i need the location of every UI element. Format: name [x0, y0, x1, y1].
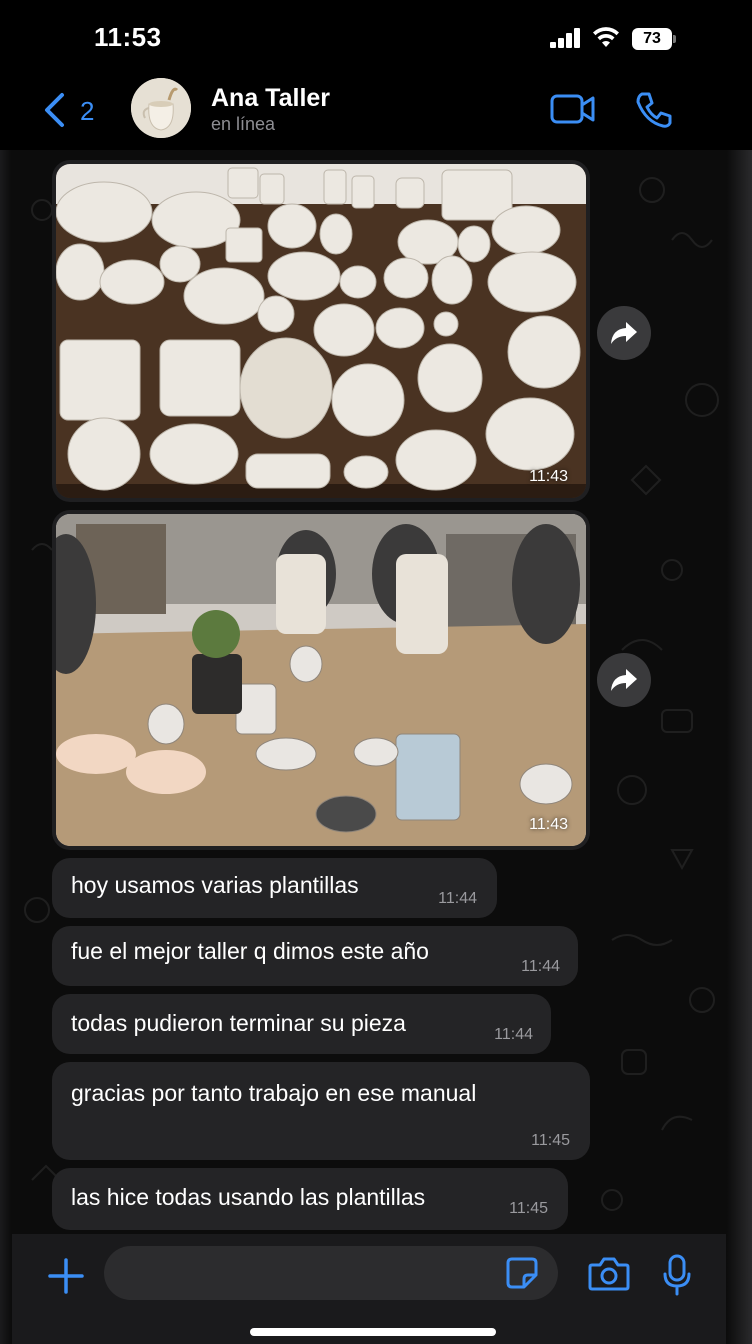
home-indicator[interactable] — [250, 1328, 496, 1336]
message-time: 11:45 — [509, 1200, 548, 1217]
plus-icon[interactable] — [46, 1256, 86, 1296]
forward-button[interactable] — [597, 653, 651, 707]
phone-icon[interactable] — [634, 90, 674, 130]
message-time: 11:45 — [531, 1132, 570, 1149]
chevron-left-icon — [45, 93, 64, 127]
presence-status: en línea — [211, 114, 276, 134]
cellular-signal-icon — [550, 28, 584, 48]
text-message[interactable]: hoy usamos varias plantillas 11:44 — [52, 858, 497, 918]
avatar[interactable] — [131, 78, 191, 138]
text-message[interactable]: gracias por tanto trabajo en ese manual … — [52, 1062, 590, 1160]
camera-icon[interactable] — [588, 1256, 630, 1292]
forward-button[interactable] — [597, 306, 651, 360]
battery-indicator: 73 — [632, 28, 676, 50]
device-bezel-right — [726, 0, 752, 1344]
video-call-icon[interactable] — [550, 92, 596, 126]
mic-icon[interactable] — [662, 1254, 692, 1296]
forward-icon — [611, 322, 637, 344]
photo-ceramics-table[interactable]: 11:43 — [56, 164, 586, 498]
chat-header: 2 Ana Taller en línea — [0, 72, 752, 150]
device-bezel-left — [0, 0, 12, 1344]
forward-icon — [611, 669, 637, 691]
message-time: 11:44 — [494, 1026, 533, 1043]
photo-message[interactable]: 11:43 — [52, 510, 590, 850]
message-text: fue el mejor taller q dimos este año — [71, 938, 429, 964]
photo-image — [56, 164, 586, 498]
status-time: 11:53 — [94, 22, 162, 52]
contact-name[interactable]: Ana Taller — [211, 84, 330, 113]
message-time: 11:44 — [521, 958, 560, 975]
message-text: todas pudieron terminar su pieza — [71, 1010, 406, 1036]
chat-thread[interactable]: 11:43 11:43 hoy usamos varias plantillas… — [12, 150, 726, 1234]
unread-count: 2 — [80, 96, 95, 126]
status-bar: 11:53 73 — [0, 0, 752, 72]
wifi-icon — [593, 27, 619, 47]
avatar-image — [131, 78, 191, 138]
sticker-icon[interactable] — [506, 1257, 538, 1289]
text-message[interactable]: fue el mejor taller q dimos este año 11:… — [52, 926, 578, 986]
message-time: 11:43 — [529, 468, 568, 485]
photo-image — [56, 514, 586, 846]
message-text: las hice todas usando las plantillas — [71, 1184, 426, 1210]
message-time: 11:43 — [529, 816, 568, 833]
message-input[interactable] — [104, 1246, 558, 1300]
photo-message[interactable]: 11:43 — [52, 160, 590, 502]
message-text: hoy usamos varias plantillas — [71, 872, 359, 898]
back-button[interactable]: 2 — [42, 90, 112, 130]
phone-screen: 11:53 73 2 Ana Taller en línea 11:43 11:… — [0, 0, 752, 1344]
text-message[interactable]: las hice todas usando las plantillas 11:… — [52, 1168, 568, 1230]
message-time: 11:44 — [438, 890, 477, 907]
message-text: gracias por tanto trabajo en ese manual — [71, 1080, 477, 1106]
photo-workshop[interactable]: 11:43 — [56, 514, 586, 846]
text-message[interactable]: todas pudieron terminar su pieza 11:44 — [52, 994, 551, 1054]
